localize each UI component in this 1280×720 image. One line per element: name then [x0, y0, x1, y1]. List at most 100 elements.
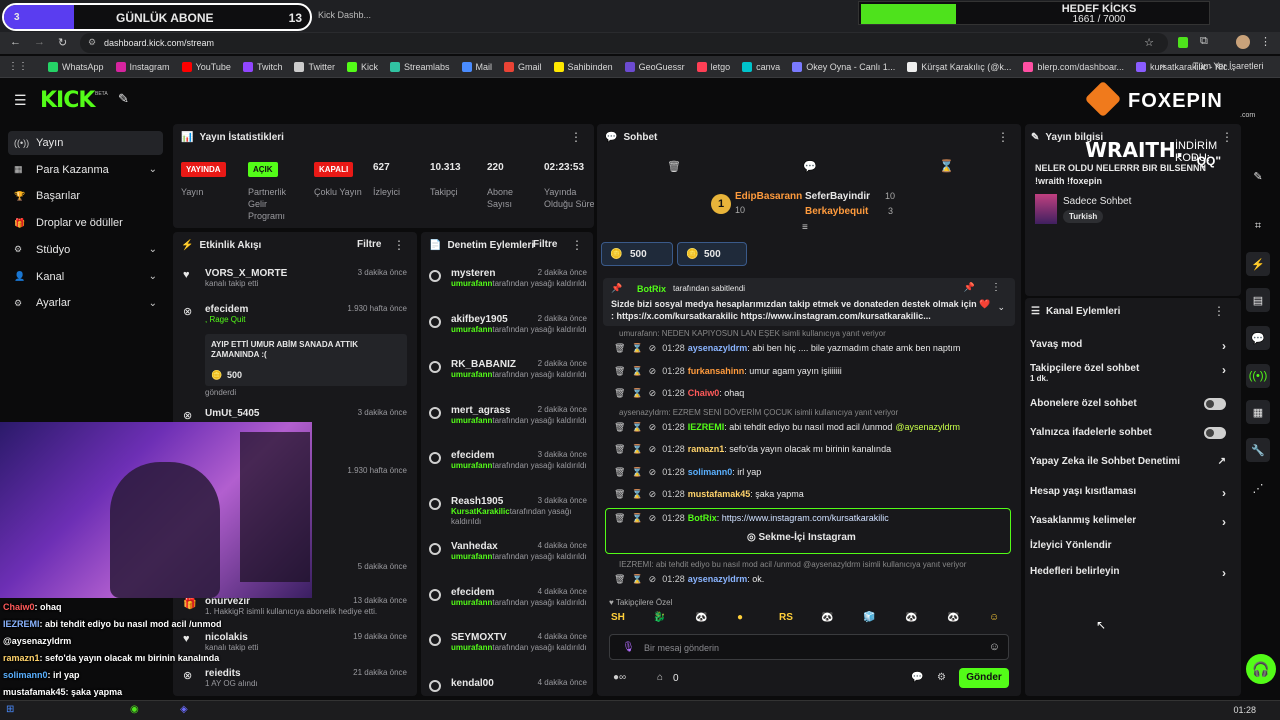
message-mention[interactable]: @aysenazyldrm: [895, 422, 960, 432]
message-user[interactable]: aysenazyldrm: [688, 343, 748, 353]
stream-info-menu-icon[interactable]: ⋮: [1221, 130, 1233, 144]
chat-bubble-small-icon[interactable]: 💬: [911, 672, 923, 683]
chevron-down-icon[interactable]: ⌄: [997, 302, 1005, 313]
chevron-down-icon[interactable]: ⌄: [149, 164, 157, 175]
hamburger-menu-icon[interactable]: ☰: [14, 92, 27, 109]
sidebar-item-2[interactable]: ▦ Para Kazanma ⌄: [8, 158, 163, 182]
bookmark-item[interactable]: Instagram: [110, 61, 176, 72]
moderator-name[interactable]: umurafann: [451, 598, 492, 607]
trash-icon[interactable]: 🗑: [667, 160, 681, 173]
broadcast-icon[interactable]: ((•)): [1246, 364, 1270, 388]
timeout-icon[interactable]: ⌛: [631, 574, 642, 584]
hourglass-icon[interactable]: ⌛: [939, 159, 954, 173]
pin-tool-icon[interactable]: ✎: [118, 91, 129, 107]
sidebar-item-6[interactable]: 👤 Kanal ⌄: [8, 265, 163, 289]
sidebar-item-4[interactable]: 🎁 Droplar ve ödüller: [8, 211, 163, 235]
kicks-pill-1[interactable]: 🪙 500: [601, 242, 673, 266]
ban-icon[interactable]: ⊘: [649, 366, 657, 376]
chevron-right-icon[interactable]: ›: [1222, 339, 1226, 353]
timeout-icon[interactable]: ⌛: [631, 513, 642, 523]
trash-small-icon[interactable]: 🗑: [614, 574, 625, 584]
trash-small-icon[interactable]: 🗑: [614, 513, 625, 523]
bookmark-item[interactable]: Streamlabs: [384, 61, 456, 72]
moderator-name[interactable]: umurafann: [451, 461, 492, 470]
timeout-icon[interactable]: ⌛: [631, 467, 642, 477]
share-nodes-icon[interactable]: ⋰: [1246, 476, 1270, 500]
emoji-icon[interactable]: ☺: [989, 641, 1000, 653]
pinned-user[interactable]: BotRix: [637, 284, 666, 294]
bookmark-item[interactable]: GeoGuessr: [619, 61, 691, 72]
bookmark-item[interactable]: Mail: [456, 61, 499, 72]
emote-icon[interactable]: 🐉: [653, 612, 665, 623]
viewers-icon[interactable]: ●∞: [613, 672, 626, 683]
message-user[interactable]: mustafamak45: [688, 489, 751, 499]
moderator-name[interactable]: umurafann: [451, 325, 492, 334]
chevron-right-icon[interactable]: ›: [1222, 566, 1226, 580]
bookmark-item[interactable]: Twitter: [288, 61, 341, 72]
timeout-icon[interactable]: ⌛: [631, 489, 642, 499]
message-user[interactable]: IEZREMI: [688, 422, 725, 432]
instagram-tab-button[interactable]: ◎ Sekme-İçi Instagram: [747, 532, 856, 543]
timeout-icon[interactable]: ⌛: [631, 366, 642, 376]
reload-icon[interactable]: ↻: [58, 36, 67, 49]
chevron-down-icon[interactable]: ⌄: [149, 271, 157, 282]
clipboard-icon[interactable]: ▤: [1246, 288, 1270, 312]
url-field[interactable]: ⚙ dashboard.kick.com/stream ☆: [80, 33, 1168, 53]
bank-icon[interactable]: ⌂: [657, 672, 663, 683]
expand-leaderboard-icon[interactable]: ≡: [802, 222, 808, 233]
chat-tool-icon[interactable]: 💬: [1246, 326, 1270, 350]
timeout-icon[interactable]: ⌛: [631, 422, 642, 432]
emote-icon[interactable]: 🐼: [821, 612, 833, 623]
channel-action-row[interactable]: Yalnızca ifadelerle sohbet: [1030, 427, 1226, 439]
bookmark-item[interactable]: Kürşat Karakılıç (@k...: [901, 61, 1017, 72]
emote-icon[interactable]: ●: [737, 612, 743, 623]
trash-small-icon[interactable]: 🗑: [614, 388, 625, 398]
message-user[interactable]: solimann0: [688, 467, 733, 477]
moderator-name[interactable]: KursatKarakilic: [451, 507, 510, 516]
stats-menu-icon[interactable]: ⋮: [570, 130, 582, 144]
ban-icon[interactable]: ⊘: [649, 422, 657, 432]
chevron-down-icon[interactable]: ⌄: [149, 298, 157, 309]
sidebar-item-7[interactable]: ⚙ Ayarlar ⌄: [8, 291, 163, 315]
event-filter-button[interactable]: Filtre: [357, 239, 381, 250]
bookmark-item[interactable]: letgo: [691, 61, 737, 72]
extensions-icon[interactable]: ⧉: [1200, 35, 1208, 48]
chat-bubble-tool-icon[interactable]: 💬: [803, 160, 817, 173]
message-user[interactable]: aysenazyldrm: [688, 574, 748, 584]
bookmark-item[interactable]: Kick: [341, 61, 384, 72]
chat-input[interactable]: 🎙 Bir mesaj gönderin ☺: [609, 634, 1009, 660]
ban-icon[interactable]: ⊘: [649, 467, 657, 477]
forward-icon[interactable]: →: [34, 36, 45, 48]
bookmark-item[interactable]: Okey Oyna - Canlı 1...: [786, 61, 901, 72]
send-button[interactable]: Gönder: [959, 668, 1009, 688]
browser-menu-icon[interactable]: ⋮: [1260, 35, 1271, 48]
all-bookmarks[interactable]: Tüm Yer İşaretleri: [1193, 61, 1264, 71]
channel-action-row[interactable]: Yapay Zeka ile Sohbet Denetimi ↗: [1030, 456, 1226, 467]
profile-avatar[interactable]: [1236, 35, 1250, 49]
message-user[interactable]: ramazn1: [688, 444, 725, 454]
support-headset-icon[interactable]: 🎧: [1246, 654, 1276, 684]
discord-taskbar-icon[interactable]: ◈: [180, 704, 188, 715]
moderation-menu-icon[interactable]: ⋮: [571, 238, 583, 252]
trash-small-icon[interactable]: 🗑: [614, 366, 625, 376]
emote-icon[interactable]: ☺: [989, 612, 999, 623]
chevron-down-icon[interactable]: ⌄: [149, 244, 157, 255]
bookmark-star-icon[interactable]: ☆: [1144, 36, 1154, 49]
emote-icon[interactable]: 🐼: [905, 612, 917, 623]
ban-icon[interactable]: ⊘: [649, 343, 657, 353]
crop-icon[interactable]: ⌗: [1246, 214, 1270, 238]
ban-icon[interactable]: ⊘: [649, 489, 657, 499]
channel-action-row[interactable]: Takipçilere özel sohbet 1 dk. ›: [1030, 363, 1226, 383]
emote-icon[interactable]: RS: [779, 612, 793, 623]
extension-shield-icon[interactable]: [1178, 37, 1188, 48]
server-icon[interactable]: ▦: [1246, 400, 1270, 424]
channel-action-row[interactable]: Abonelere özel sohbet: [1030, 398, 1226, 410]
trash-small-icon[interactable]: 🗑: [614, 444, 625, 454]
chat-settings-icon[interactable]: ⚙: [937, 672, 946, 683]
language-tag[interactable]: Turkish: [1063, 210, 1104, 223]
external-link-icon[interactable]: ↗: [1218, 456, 1226, 467]
edit-icon[interactable]: ✎: [1246, 164, 1270, 188]
bookmark-item[interactable]: Twitch: [237, 61, 289, 72]
channel-action-row[interactable]: Hedefleri belirleyin ›: [1030, 566, 1226, 580]
timeout-icon[interactable]: ⌛: [631, 444, 642, 454]
